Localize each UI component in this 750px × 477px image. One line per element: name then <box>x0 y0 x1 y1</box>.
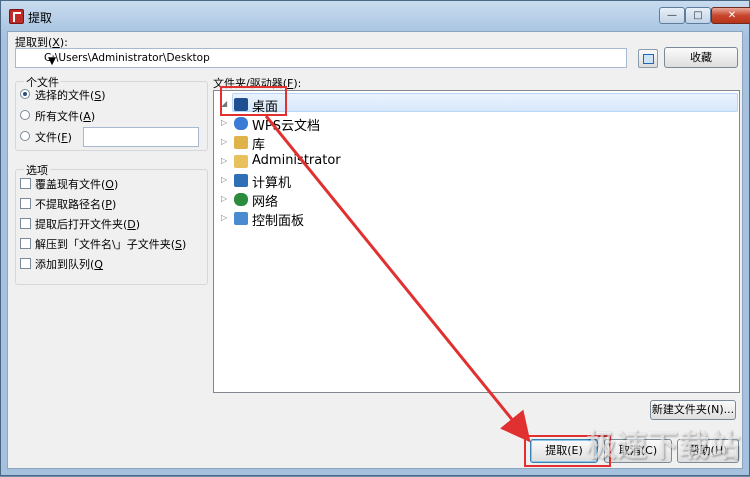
arrow-line <box>264 115 531 443</box>
watermark-text: 极速下载站 <box>586 429 741 464</box>
annotation-arrow <box>264 115 531 443</box>
extract-dialog: 提取 — □ ✕ 提取到(X): C:\Users\Administrator\… <box>0 0 750 476</box>
